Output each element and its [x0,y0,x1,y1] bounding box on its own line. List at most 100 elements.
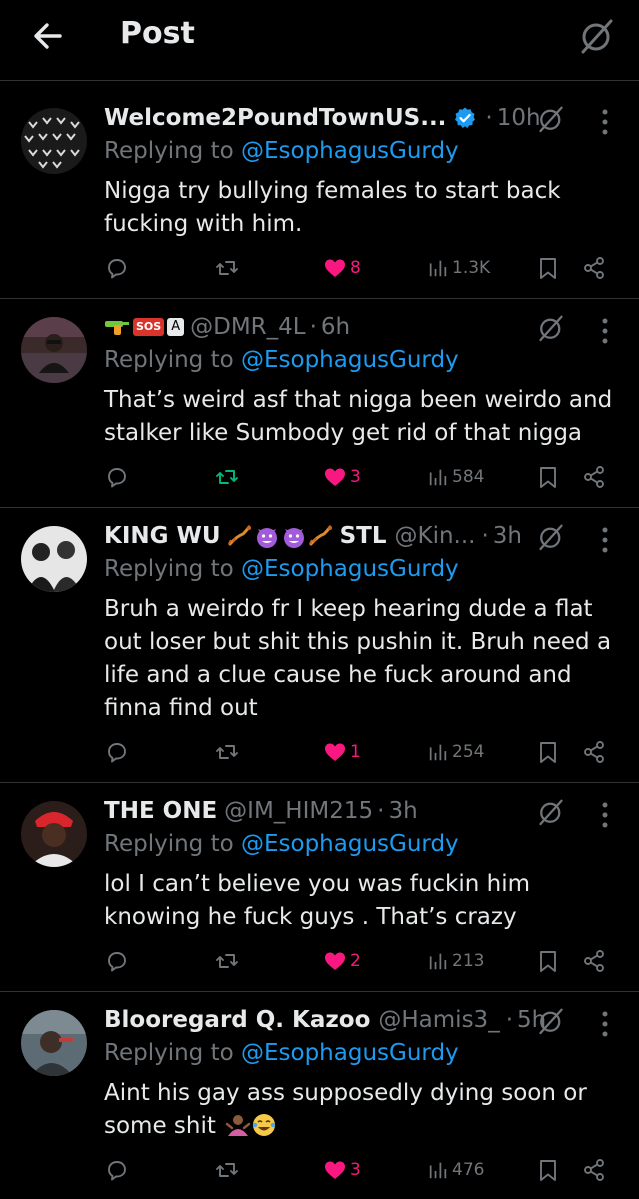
retweet-icon [215,1158,239,1182]
avatar[interactable] [21,526,87,592]
reply-button[interactable] [105,465,129,489]
separator: · [309,314,317,340]
reply-post[interactable]: THE ONE @IM_HIM215 · 3h Replying to @Eso… [0,783,639,992]
more-icon[interactable] [597,316,613,346]
avatar[interactable] [21,801,87,867]
water-pistol-icon [105,321,129,335]
bookmark-icon [536,740,560,764]
grok-icon[interactable] [536,313,566,343]
post-text: Bruh a weirdo fr I keep hearing dude a f… [104,596,612,721]
like-count: 3 [350,1160,361,1180]
like-button[interactable]: 3 [323,465,361,489]
bookmark-button[interactable] [536,465,560,489]
display-name[interactable]: KING WU [104,523,221,549]
retweet-button[interactable] [215,465,239,489]
like-button[interactable]: 1 [323,740,361,764]
display-name-suffix[interactable]: STL [340,523,387,549]
back-arrow-icon[interactable] [30,18,66,54]
timestamp[interactable]: 3h [493,523,522,549]
username[interactable]: @Hamis3_ [378,1007,499,1033]
reply-post[interactable]: SOS A @DMR_4L · 6h Replying to @Esophagu… [0,299,639,508]
replying-to: Replying to @EsophagusGurdy [104,556,459,582]
views-button[interactable]: 254 [427,740,484,764]
top-bar: Post [0,0,639,81]
more-icon[interactable] [597,107,613,137]
grok-icon[interactable] [536,522,566,552]
timestamp[interactable]: 3h [388,798,417,824]
retweet-icon [215,949,239,973]
separator: · [481,523,489,549]
grok-icon[interactable] [536,104,566,134]
reply-post[interactable]: Welcome2PoundTownUS... · 10h Replying to… [0,90,639,299]
display-name[interactable]: THE ONE [104,798,217,824]
share-button[interactable] [582,740,606,764]
bookmark-button[interactable] [536,1158,560,1182]
more-icon[interactable] [597,800,613,830]
post-text: lol I can’t believe you was fuckin him k… [104,871,531,930]
grok-icon[interactable] [536,797,566,827]
username[interactable]: @DMR_4L [190,314,305,340]
view-count: 213 [452,951,485,971]
display-name[interactable]: Blooregard Q. Kazoo [104,1007,370,1033]
name-emojis[interactable]: SOS A [104,318,185,336]
username[interactable]: @IM_HIM215 [224,798,373,824]
reply-button[interactable] [105,256,129,280]
replying-to: Replying to @EsophagusGurdy [104,138,459,164]
views-button[interactable]: 476 [427,1158,484,1182]
post-header: SOS A @DMR_4L · 6h [104,310,350,344]
replying-to: Replying to @EsophagusGurdy [104,1040,459,1066]
like-button[interactable]: 3 [323,1158,361,1182]
share-icon [582,949,606,973]
timestamp[interactable]: 6h [321,314,350,340]
retweet-icon [215,740,239,764]
post-text: Aint his gay ass supposedly dying soon o… [104,1080,587,1139]
more-icon[interactable] [597,525,613,555]
avatar[interactable] [21,1010,87,1076]
views-button[interactable]: 1.3K [427,256,490,280]
post-header: THE ONE @IM_HIM215 · 3h [104,794,418,828]
reply-button[interactable] [105,740,129,764]
page-title: Post [120,16,195,51]
avatar[interactable] [21,317,87,383]
retweet-button[interactable] [215,740,239,764]
sos-badge: SOS [133,318,165,336]
share-button[interactable] [582,949,606,973]
retweet-button[interactable] [215,1158,239,1182]
bookmark-button[interactable] [536,949,560,973]
reply-button[interactable] [105,949,129,973]
mention-link[interactable]: @EsophagusGurdy [241,1040,459,1066]
username[interactable]: @Kin... [394,523,475,549]
display-name[interactable]: Welcome2PoundTownUS... [104,105,446,131]
avatar[interactable] [21,108,87,174]
reply-post[interactable]: KING WU STL @Kin... · 3h Replying to @Es… [0,508,639,783]
mention-link[interactable]: @EsophagusGurdy [241,556,459,582]
like-button[interactable]: 8 [323,256,361,280]
post-header: Blooregard Q. Kazoo @Hamis3_ · 5h [104,1003,546,1037]
bookmark-button[interactable] [536,740,560,764]
like-count: 2 [350,951,361,971]
reply-button[interactable] [105,1158,129,1182]
share-button[interactable] [582,1158,606,1182]
views-button[interactable]: 584 [427,465,484,489]
share-button[interactable] [582,256,606,280]
mention-link[interactable]: @EsophagusGurdy [241,138,459,164]
retweet-button[interactable] [215,949,239,973]
laughing-tears-icon [253,1114,276,1136]
mention-link[interactable]: @EsophagusGurdy [241,831,459,857]
grok-icon[interactable] [536,1006,566,1036]
like-icon [323,465,347,489]
share-icon [582,1158,606,1182]
timestamp[interactable]: 10h [497,105,541,131]
bookmark-button[interactable] [536,256,560,280]
views-button[interactable]: 213 [427,949,484,973]
post-text: That’s weird asf that nigga been weirdo … [104,387,613,446]
retweet-button[interactable] [215,256,239,280]
more-icon[interactable] [597,1009,613,1039]
reply-post[interactable]: Blooregard Q. Kazoo @Hamis3_ · 5h Replyi… [0,992,639,1199]
share-button[interactable] [582,465,606,489]
like-icon [323,1158,347,1182]
grok-icon[interactable] [577,16,617,56]
mention-link[interactable]: @EsophagusGurdy [241,347,459,373]
reply-icon [105,949,129,973]
like-button[interactable]: 2 [323,949,361,973]
